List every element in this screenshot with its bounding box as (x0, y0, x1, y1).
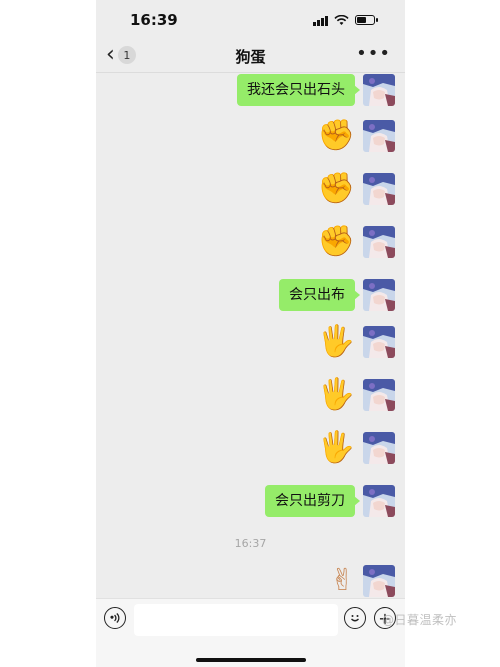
status-bar: 16:39 (96, 0, 405, 40)
text-message-bubble[interactable]: 会只出布 (279, 279, 360, 311)
voice-wave-icon (110, 613, 120, 623)
voice-icon[interactable] (104, 607, 126, 629)
avatar[interactable] (363, 173, 395, 205)
status-time: 16:39 (130, 11, 178, 29)
smiley-face-icon (351, 615, 359, 622)
smiley-icon[interactable] (344, 607, 366, 629)
message-row: ✊ (318, 120, 395, 152)
message-row: 会只出布 (279, 279, 395, 311)
wifi-icon (334, 14, 349, 25)
input-bar: + (96, 598, 405, 667)
open-hand-emoji-icon[interactable]: 🖐 (318, 432, 355, 464)
message-row: 我还会只出石头 (237, 74, 395, 106)
message-row: 🖐 (318, 432, 395, 464)
fist-emoji-icon[interactable]: ✊ (318, 173, 355, 205)
open-hand-emoji-icon[interactable]: 🖐 (318, 379, 355, 411)
message-row: ✊ (318, 173, 395, 205)
watermark: @日暮温柔亦 (382, 613, 458, 627)
message-row: 🖐 (318, 379, 395, 411)
avatar[interactable] (363, 120, 395, 152)
message-row: ✊ (318, 226, 395, 258)
victory-hand-emoji-icon[interactable]: ✌ (330, 565, 355, 597)
chat-timestamp: 16:37 (234, 537, 267, 550)
avatar[interactable] (363, 279, 395, 311)
cellular-signal-icon (313, 15, 328, 26)
message-row: 🖐 (318, 326, 395, 358)
open-hand-emoji-icon[interactable]: 🖐 (318, 326, 355, 358)
text-message-bubble[interactable]: 会只出剪刀 (265, 485, 360, 517)
message-row: ✌ (330, 565, 395, 597)
fist-emoji-icon[interactable]: ✊ (318, 120, 355, 152)
avatar[interactable] (363, 326, 395, 358)
text-message-bubble[interactable]: 我还会只出石头 (237, 74, 360, 106)
message-input[interactable] (134, 604, 338, 636)
phone-screen: 16:39 ‹ 1 狗蛋 ••• 我还会只出石头 ✊ ✊ ✊ 会只出布 🖐 🖐 🖐 会只出剪刀 1… (96, 0, 405, 667)
avatar[interactable] (363, 432, 395, 464)
avatar[interactable] (363, 74, 395, 106)
battery-icon (355, 15, 378, 25)
message-row: 会只出剪刀 (265, 485, 395, 517)
avatar[interactable] (363, 226, 395, 258)
home-indicator (196, 658, 306, 662)
avatar[interactable] (363, 565, 395, 597)
fist-emoji-icon[interactable]: ✊ (318, 226, 355, 258)
avatar[interactable] (363, 379, 395, 411)
more-options-icon[interactable]: ••• (356, 43, 391, 64)
avatar[interactable] (363, 485, 395, 517)
chat-header: ‹ 1 狗蛋 ••• (96, 40, 405, 73)
status-icons (313, 13, 378, 27)
